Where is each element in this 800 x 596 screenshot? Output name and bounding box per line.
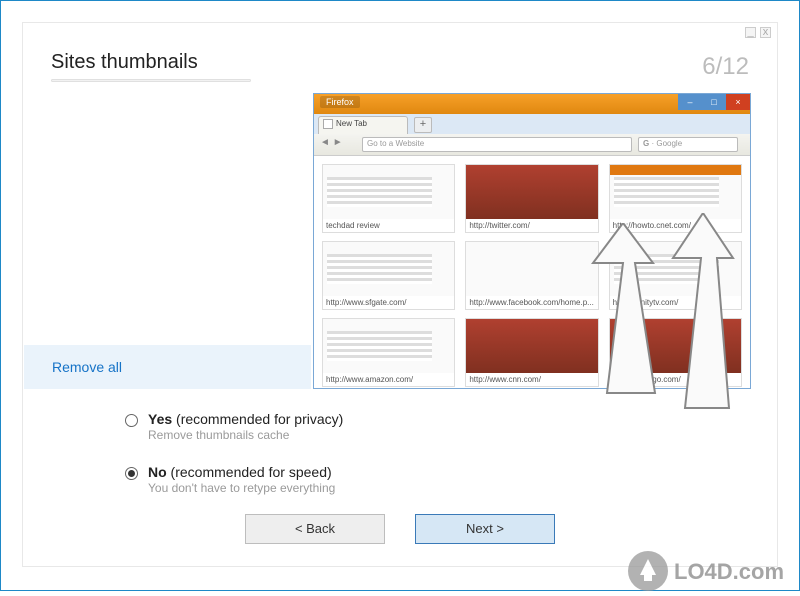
option-yes-sub: Remove thumbnails cache: [148, 428, 343, 442]
thumb-caption: http://xfinitytv.com/: [610, 296, 741, 309]
watermark-logo: LO4D.com: [620, 541, 800, 591]
minimize-icon[interactable]: _: [745, 27, 756, 38]
preview-newtab-icon: +: [414, 117, 432, 133]
preview-toolbar: ◄ ► Go to a Website G · Google: [314, 134, 750, 156]
close-icon[interactable]: x: [760, 27, 771, 38]
title-underline: [51, 79, 251, 82]
preview-thumbnail: http://www.sfgate.com/: [322, 241, 455, 310]
option-yes-text: Yes (recommended for privacy) Remove thu…: [148, 411, 343, 442]
preview-titlebar: Firefox – □ ×: [314, 94, 750, 114]
preview-thumbnail: techdad review: [322, 164, 455, 233]
option-no-text: No (recommended for speed) You don't hav…: [148, 464, 335, 495]
remove-all-band: Remove all: [24, 345, 311, 389]
thumb-caption: http://espn.go.com/: [610, 373, 741, 386]
preview-thumbnail: http://www.facebook.com/home.p...: [465, 241, 598, 310]
thumb-caption: http://howto.cnet.com/: [610, 219, 741, 232]
option-yes-rest: (recommended for privacy): [172, 411, 343, 427]
remove-all-link[interactable]: Remove all: [52, 359, 122, 375]
radio-yes[interactable]: [125, 414, 138, 427]
wizard-buttons: < Back Next >: [23, 514, 777, 544]
preview-min-icon: –: [678, 94, 702, 110]
option-no-rest: (recommended for speed): [167, 464, 332, 480]
preview-thumbnail-grid: techdad review http://twitter.com/ http:…: [322, 164, 742, 387]
thumb-caption: http://www.sfgate.com/: [323, 296, 454, 309]
preview-close-icon: ×: [726, 94, 750, 110]
thumb-caption: http://www.cnn.com/: [466, 373, 597, 386]
preview-nav-icons: ◄ ►: [320, 137, 343, 148]
page-title: Sites thumbnails: [51, 51, 198, 74]
preview-max-icon: □: [702, 94, 726, 110]
thumb-caption: techdad review: [323, 219, 454, 232]
browser-preview: Firefox – □ × New Tab + ◄ ► Go to a Webs…: [313, 93, 751, 389]
preview-thumbnail: http://howto.cnet.com/: [609, 164, 742, 233]
preview-thumbnail: http://twitter.com/: [465, 164, 598, 233]
wizard-panel: _ x Sites thumbnails 6/12 Firefox – □ × …: [22, 22, 778, 567]
option-no-bold: No: [148, 464, 167, 480]
window-controls: _ x: [745, 27, 771, 38]
thumb-caption: http://www.facebook.com/home.p...: [466, 296, 597, 309]
option-no[interactable]: No (recommended for speed) You don't hav…: [125, 464, 343, 495]
preview-thumbnail: http://espn.go.com/: [609, 318, 742, 387]
preview-search-placeholder: Google: [656, 139, 682, 148]
preview-fwd-icon: ►: [333, 137, 343, 148]
preview-back-icon: ◄: [320, 137, 330, 148]
watermark-text: LO4D.com: [674, 559, 784, 584]
options-group: Yes (recommended for privacy) Remove thu…: [125, 411, 343, 517]
step-counter: 6/12: [702, 53, 749, 81]
radio-no[interactable]: [125, 467, 138, 480]
back-button[interactable]: < Back: [245, 514, 385, 544]
preview-search-box: G · Google: [638, 137, 738, 152]
preview-search-engine-icon: G: [643, 139, 649, 148]
option-yes[interactable]: Yes (recommended for privacy) Remove thu…: [125, 411, 343, 442]
option-yes-bold: Yes: [148, 411, 172, 427]
thumb-caption: http://twitter.com/: [466, 219, 597, 232]
preview-tab: New Tab: [318, 116, 408, 134]
thumb-caption: http://www.amazon.com/: [323, 373, 454, 386]
preview-thumbnail: http://www.cnn.com/: [465, 318, 598, 387]
preview-browser-name: Firefox: [320, 96, 360, 108]
preview-thumbnail: http://www.amazon.com/: [322, 318, 455, 387]
preview-tabbar: New Tab +: [314, 114, 750, 134]
option-no-sub: You don't have to retype everything: [148, 481, 335, 495]
next-button[interactable]: Next >: [415, 514, 555, 544]
preview-address-bar: Go to a Website: [362, 137, 632, 152]
preview-window-buttons: – □ ×: [678, 94, 750, 110]
preview-content: techdad review http://twitter.com/ http:…: [314, 156, 750, 389]
preview-thumbnail: http://xfinitytv.com/: [609, 241, 742, 310]
